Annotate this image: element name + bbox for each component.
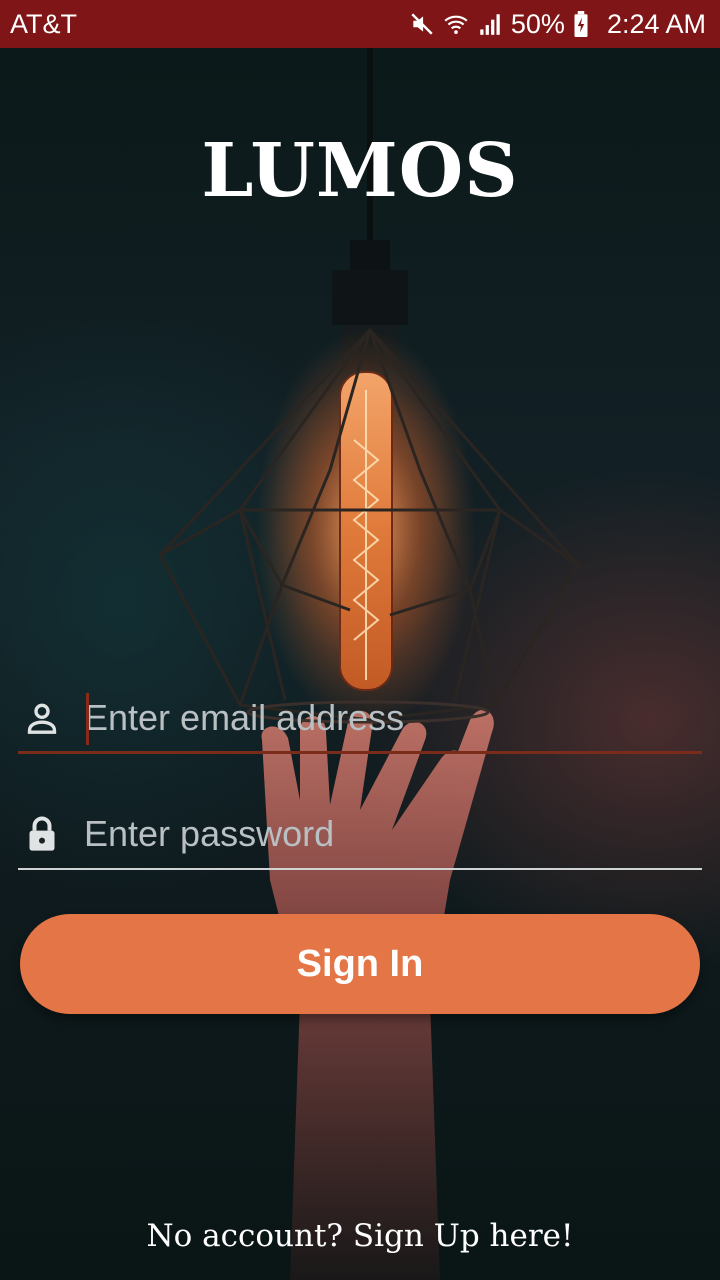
email-field[interactable] bbox=[18, 684, 702, 754]
sign-in-button[interactable]: Sign In bbox=[20, 914, 700, 1014]
text-caret bbox=[86, 693, 89, 745]
email-input[interactable] bbox=[84, 687, 702, 748]
lock-icon bbox=[18, 810, 66, 858]
password-field[interactable] bbox=[18, 800, 702, 870]
password-input[interactable] bbox=[84, 804, 702, 864]
background-image bbox=[0, 48, 720, 1280]
carrier-label: AT&T bbox=[10, 8, 77, 39]
status-bar: AT&T 50% 2:24 AM bbox=[0, 0, 720, 48]
battery-percent: 50% bbox=[510, 8, 565, 39]
signal-icon bbox=[477, 11, 503, 37]
wifi-icon bbox=[443, 11, 469, 37]
clock-time: 2:24 AM bbox=[606, 8, 706, 39]
signup-link[interactable]: No account? Sign Up here! bbox=[0, 1218, 720, 1254]
battery-icon bbox=[573, 11, 599, 37]
mute-icon bbox=[409, 11, 435, 37]
login-screen: AT&T 50% 2:24 AM LUMOS Enter email addre… bbox=[0, 0, 720, 1280]
person-icon bbox=[18, 694, 66, 742]
app-title: LUMOS bbox=[201, 128, 519, 214]
